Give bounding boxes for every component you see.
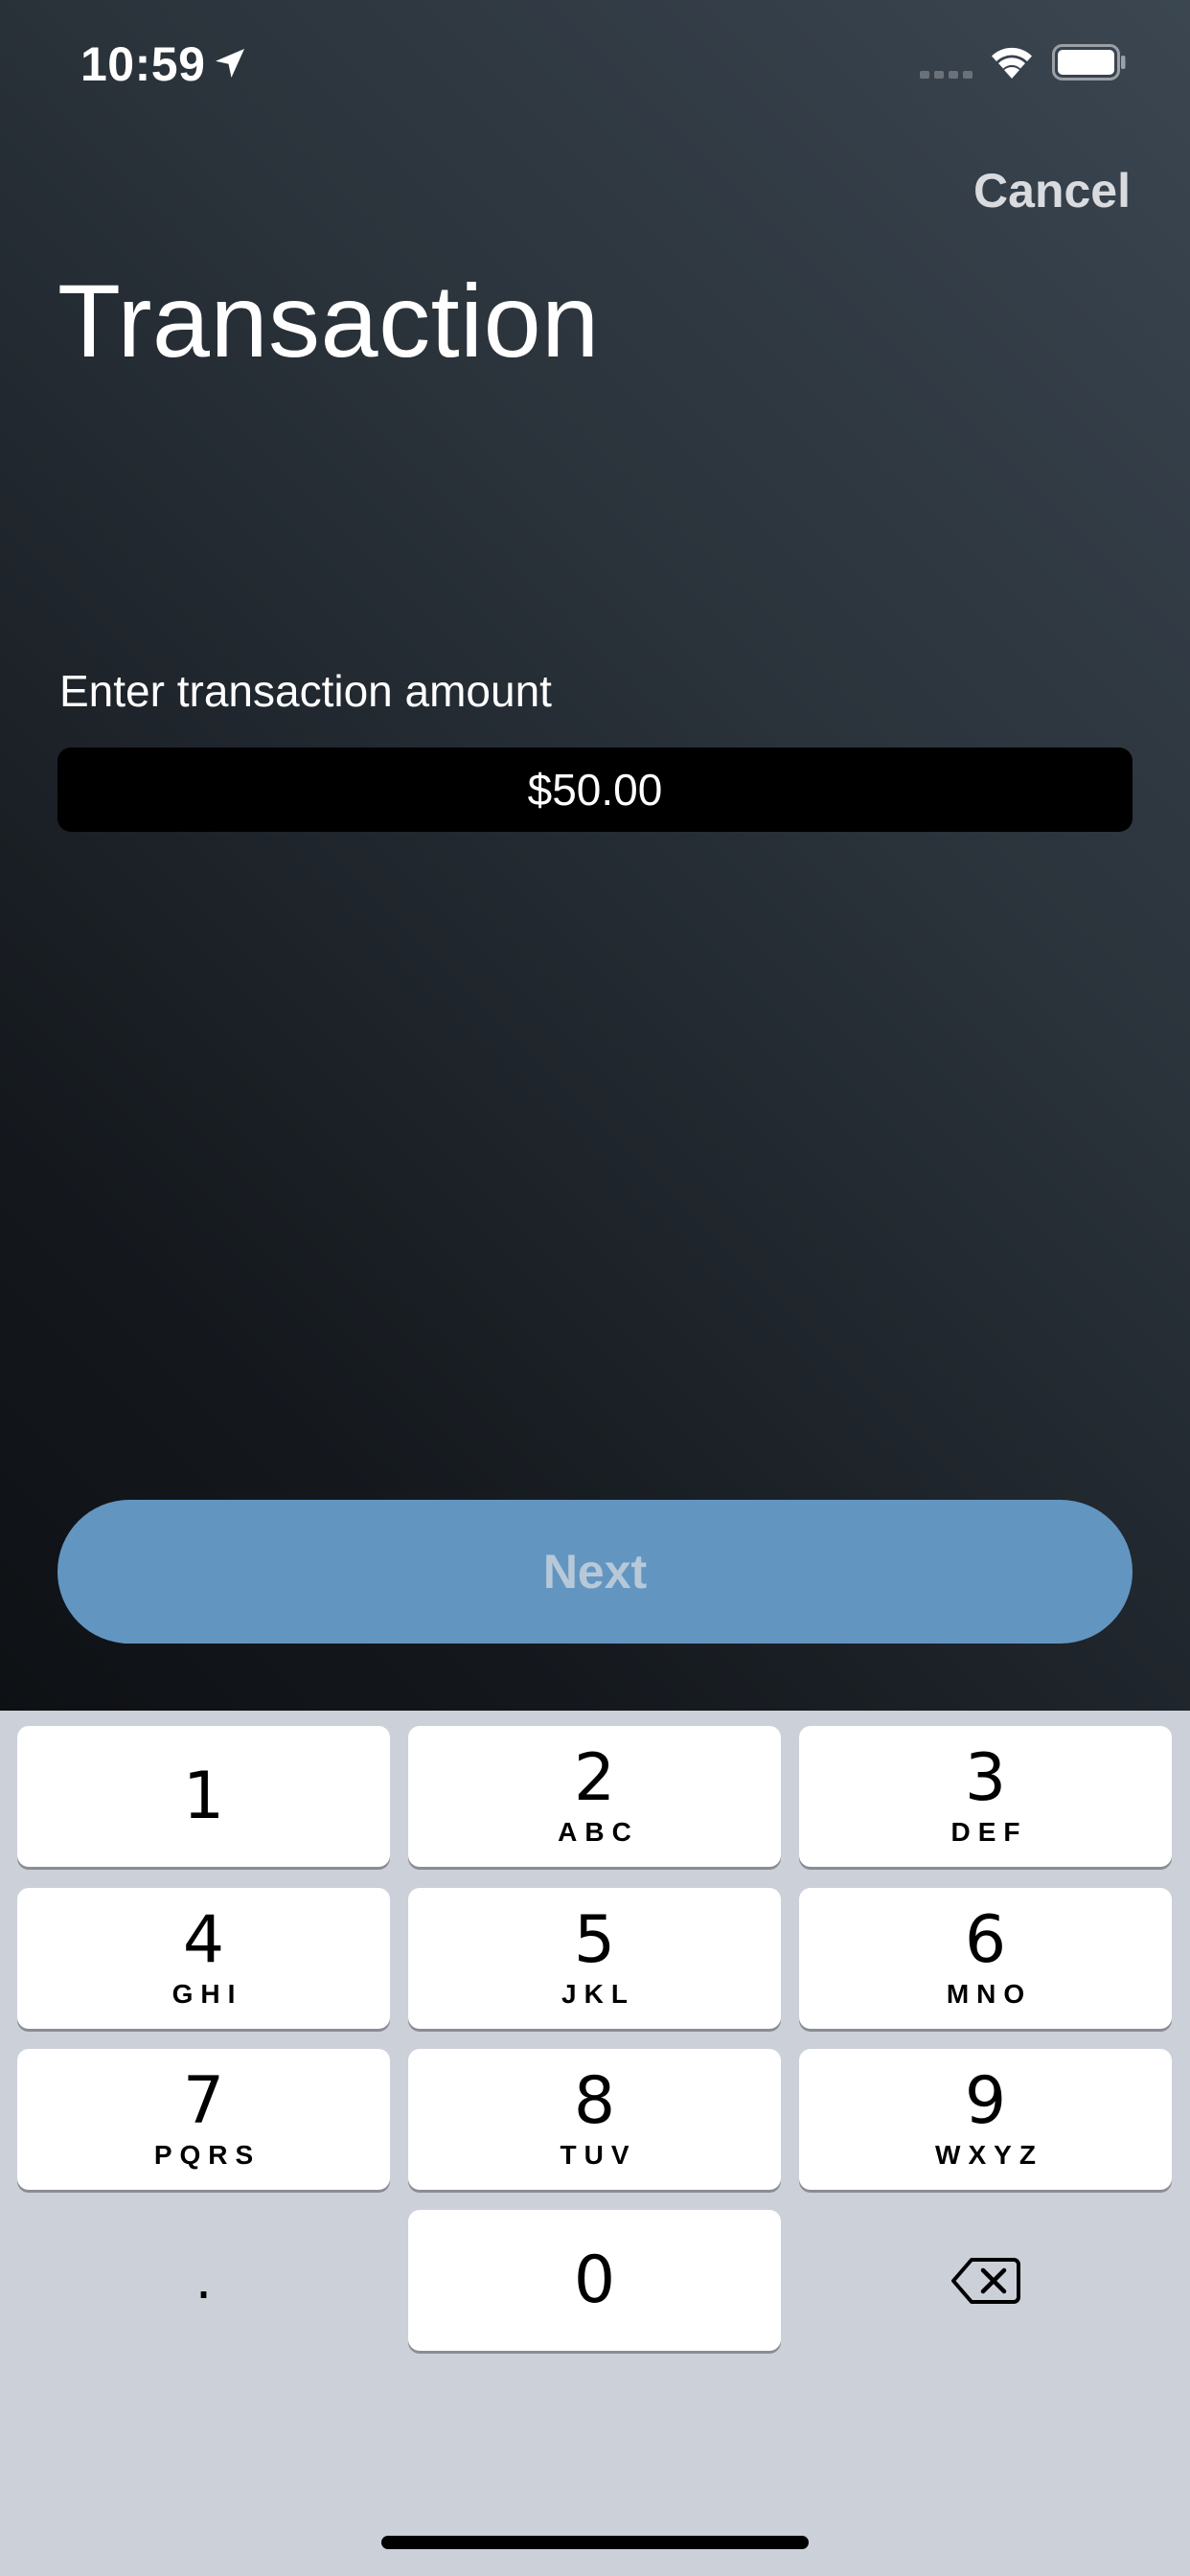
decimal-key[interactable]: . xyxy=(17,2210,390,2351)
key-digit: 9 xyxy=(964,2062,1007,2139)
key-8[interactable]: 8 TUV xyxy=(408,2049,781,2190)
key-digit: 5 xyxy=(573,1901,616,1978)
battery-icon xyxy=(1052,44,1126,80)
key-5[interactable]: 5 JKL xyxy=(408,1888,781,2029)
backspace-icon xyxy=(950,2257,1020,2304)
key-digit: 4 xyxy=(182,1901,225,1978)
delete-key[interactable] xyxy=(799,2210,1172,2351)
key-6[interactable]: 6 MNO xyxy=(799,1888,1172,2029)
key-letters: PQRS xyxy=(153,2139,262,2170)
key-3[interactable]: 3 DEF xyxy=(799,1726,1172,1867)
key-digit: 2 xyxy=(573,1739,616,1816)
page-title: Transaction xyxy=(57,263,600,379)
location-arrow-icon xyxy=(216,49,244,78)
wifi-icon xyxy=(992,47,1032,79)
key-letters: WXYZ xyxy=(935,2139,1043,2170)
numeric-keypad: 1 2 ABC 3 DEF 4 GHI 5 JKL 6 MNO 7 PQRS 8… xyxy=(0,1711,1190,2576)
key-letters: MNO xyxy=(946,1978,1033,2009)
key-0[interactable]: 0 xyxy=(408,2210,781,2351)
next-button[interactable]: Next xyxy=(57,1500,1133,1644)
key-digit: 0 xyxy=(573,2242,616,2318)
key-2[interactable]: 2 ABC xyxy=(408,1726,781,1867)
amount-label: Enter transaction amount xyxy=(59,666,552,716)
decimal-point: . xyxy=(195,2249,213,2312)
key-letters: GHI xyxy=(172,1978,243,2009)
cancel-button[interactable]: Cancel xyxy=(973,163,1131,218)
key-digit: 6 xyxy=(964,1901,1007,1978)
key-letters: JKL xyxy=(561,1978,635,2009)
key-digit: 1 xyxy=(182,1758,225,1834)
key-digit: 3 xyxy=(964,1739,1007,1816)
cellular-signal-icon xyxy=(920,71,973,79)
key-9[interactable]: 9 WXYZ xyxy=(799,2049,1172,2190)
key-letters: ABC xyxy=(558,1816,639,1847)
key-4[interactable]: 4 GHI xyxy=(17,1888,390,2029)
key-digit: 7 xyxy=(182,2062,225,2139)
amount-input[interactable] xyxy=(57,748,1133,832)
key-digit: 8 xyxy=(573,2062,616,2139)
key-7[interactable]: 7 PQRS xyxy=(17,2049,390,2190)
key-letters: DEF xyxy=(950,1816,1028,1847)
status-time: 10:59 xyxy=(80,37,206,91)
status-bar: 10:59 xyxy=(0,0,1190,126)
key-1[interactable]: 1 xyxy=(17,1726,390,1867)
transaction-screen: 10:59 Cancel Transaction Enter transacti… xyxy=(0,0,1190,2576)
home-indicator[interactable] xyxy=(381,2536,809,2549)
key-letters: TUV xyxy=(560,2139,637,2170)
